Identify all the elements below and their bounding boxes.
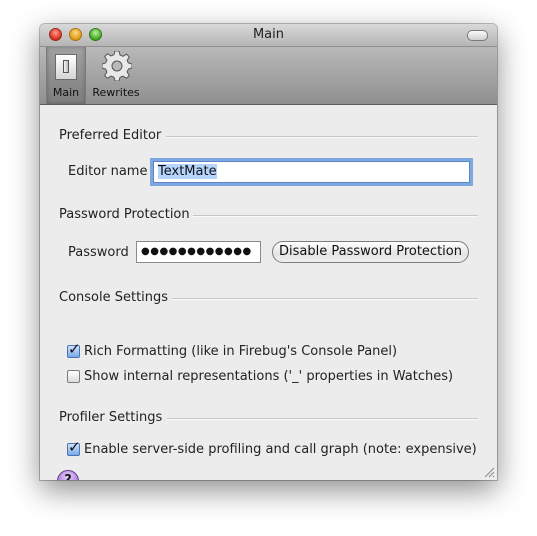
checkmark-icon: ✓ [68, 438, 81, 456]
minimize-button[interactable] [69, 28, 82, 41]
section-separator [167, 418, 478, 420]
section-title-console: Console Settings [59, 290, 169, 305]
toolbar-toggle-button[interactable] [467, 30, 488, 41]
editor-name-input[interactable]: TextMate [153, 161, 470, 183]
close-button[interactable] [49, 28, 62, 41]
toolbar-item-rewrites[interactable]: Rewrites [90, 47, 142, 104]
switch-icon [55, 54, 77, 80]
rich-formatting-label[interactable]: Rich Formatting (like in Firebug's Conso… [84, 344, 397, 360]
server-profiling-checkbox[interactable]: ✓ [67, 439, 81, 456]
password-input[interactable]: ●●●●●●●●●●●● [136, 241, 261, 263]
toolbar-item-label: Rewrites [92, 86, 140, 99]
section-title-password: Password Protection [59, 207, 190, 222]
section-separator [166, 136, 478, 138]
section-separator [172, 298, 478, 300]
toolbar-item-label: Main [52, 86, 80, 99]
resize-grip-icon[interactable] [483, 466, 495, 478]
internal-representations-checkbox[interactable] [67, 370, 80, 383]
toolbar-item-main[interactable]: Main [46, 47, 86, 104]
gear-icon [102, 51, 132, 81]
rich-formatting-checkbox[interactable]: ✓ [67, 341, 81, 358]
checkmark-icon: ✓ [68, 340, 81, 358]
password-label: Password [68, 245, 129, 260]
disable-password-button[interactable]: Disable Password Protection [272, 241, 469, 263]
zoom-button[interactable] [89, 28, 102, 41]
section-title-editor: Preferred Editor [59, 128, 162, 143]
preferences-content: Preferred Editor Editor name TextMate Pa… [40, 105, 497, 480]
preferences-window: Main Main Rewrites Preferred Editor Edit [40, 24, 497, 480]
window-title: Main [252, 27, 285, 42]
section-title-profiler: Profiler Settings [59, 410, 163, 425]
editor-name-label: Editor name [68, 164, 148, 179]
switch-lever [63, 60, 69, 73]
help-button[interactable]: ? [57, 470, 79, 480]
toolbar: Main Rewrites [40, 47, 497, 105]
editor-name-value: TextMate [158, 164, 217, 179]
server-profiling-label[interactable]: Enable server-side profiling and call gr… [84, 442, 477, 458]
internal-representations-label[interactable]: Show internal representations ('_' prope… [84, 369, 453, 385]
title-bar[interactable]: Main [40, 24, 497, 47]
section-separator [193, 215, 478, 217]
